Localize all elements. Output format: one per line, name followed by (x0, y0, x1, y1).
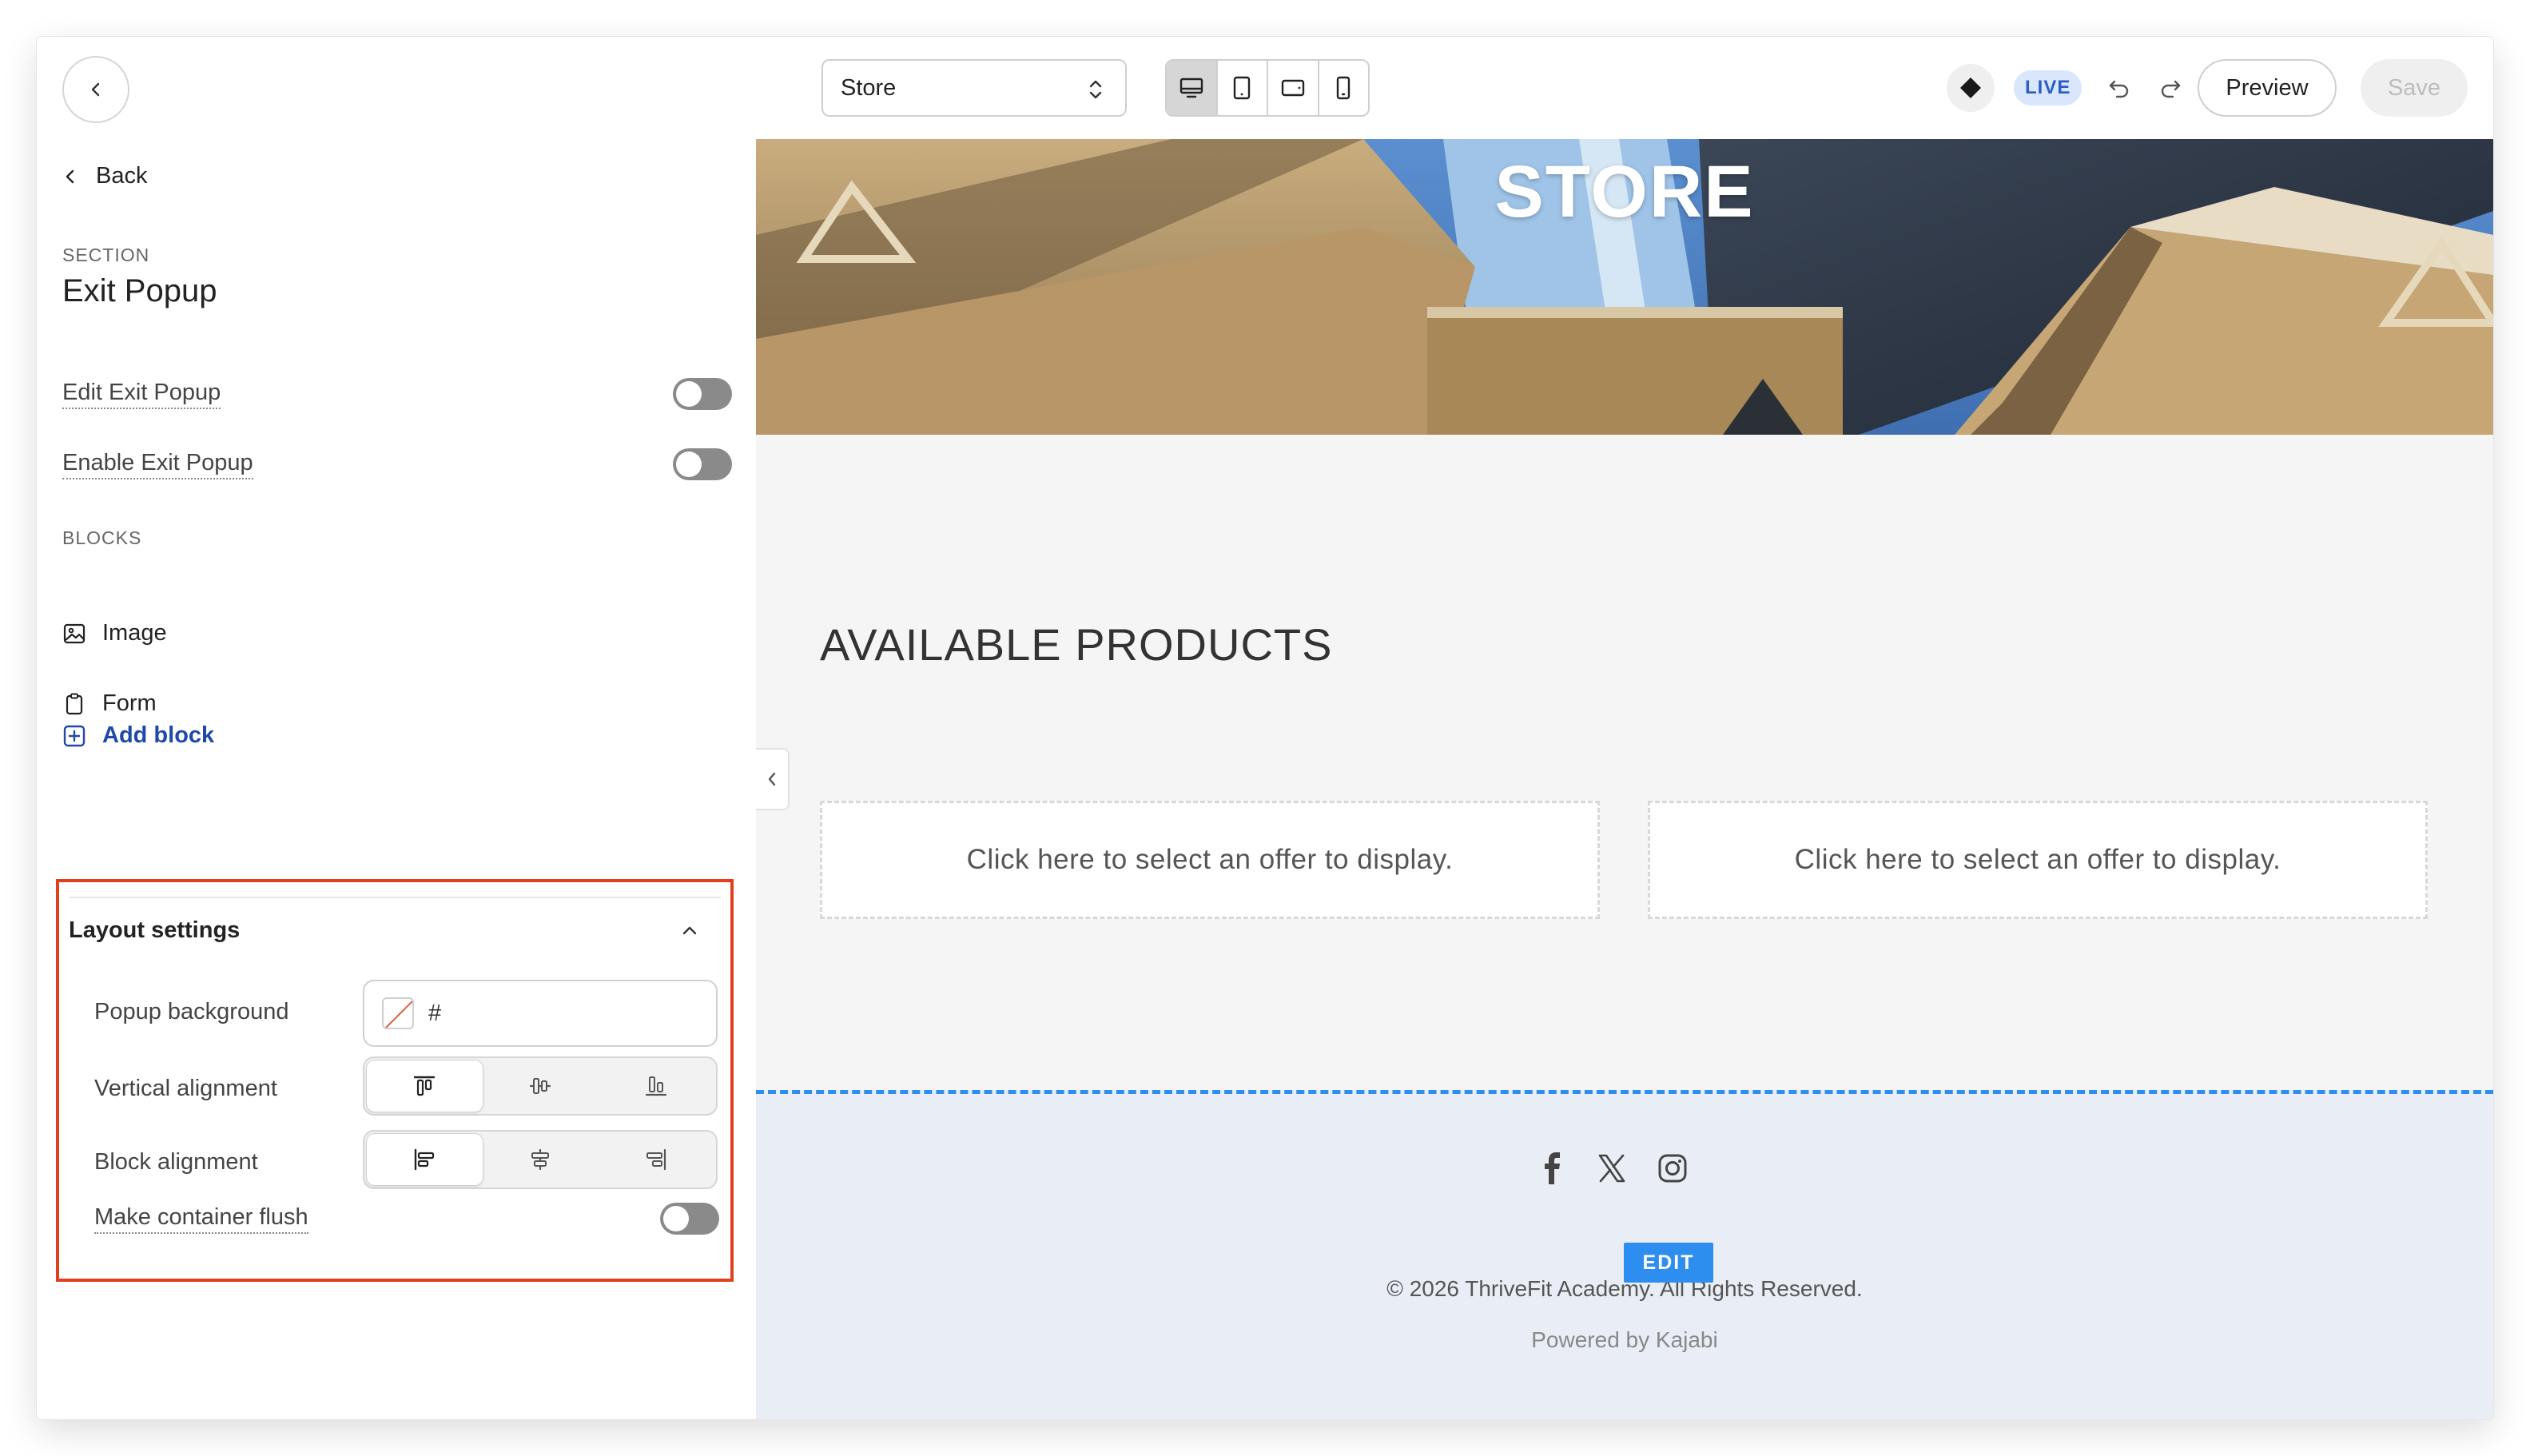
add-block-button[interactable]: Add block (62, 722, 214, 749)
image-icon (63, 623, 86, 643)
settings-sidebar: Back SECTION Exit Popup Edit Exit Popup … (37, 139, 756, 1419)
undo-icon (2109, 80, 2129, 98)
live-status-badge: LIVE (2014, 70, 2082, 105)
chevron-left-icon (768, 772, 776, 786)
exit-editor-button[interactable] (62, 56, 129, 123)
divider (69, 897, 721, 898)
desktop-icon (1179, 78, 1203, 98)
align-bottom-button[interactable] (598, 1060, 714, 1112)
mobile-icon (1337, 76, 1351, 100)
align-left-icon (415, 1148, 435, 1171)
enable-exit-popup-row: Enable Exit Popup (62, 444, 732, 484)
align-middle-button[interactable] (483, 1060, 599, 1112)
plus-square-icon (63, 725, 86, 746)
make-container-flush-label: Make container flush (94, 1204, 308, 1234)
chevron-left-icon (91, 82, 100, 97)
align-top-button[interactable] (367, 1060, 483, 1112)
offer-placeholder-2[interactable]: Click here to select an offer to display… (1648, 801, 2428, 919)
sidebar-back-link[interactable]: Back (62, 163, 147, 189)
device-switcher (1165, 59, 1370, 117)
tablet-landscape-icon (1281, 79, 1304, 97)
offer-placeholder-1[interactable]: Click here to select an offer to display… (820, 801, 1600, 919)
vertical-alignment-control (363, 1056, 718, 1116)
color-swatch[interactable] (382, 997, 414, 1029)
page-select[interactable]: Store (821, 59, 1127, 117)
redo-icon (2161, 80, 2181, 98)
redo-button[interactable] (2153, 70, 2188, 105)
device-tablet-landscape-button[interactable] (1268, 61, 1319, 115)
block-item-image-label: Image (102, 620, 167, 646)
hero-banner[interactable]: STORE (756, 139, 2493, 435)
chevron-left-icon (66, 169, 74, 183)
chevron-up-icon[interactable] (679, 921, 700, 941)
block-item-form-label: Form (102, 690, 157, 716)
block-alignment-label: Block alignment (94, 1149, 258, 1175)
enable-exit-popup-toggle[interactable] (673, 448, 732, 480)
section-title: Exit Popup (62, 273, 217, 308)
x-icon[interactable] (1597, 1153, 1627, 1183)
collapse-sidebar-button[interactable] (756, 748, 790, 810)
popup-background-input[interactable]: # (363, 980, 718, 1047)
layout-settings-title[interactable]: Layout settings (69, 917, 240, 944)
undo-button[interactable] (2102, 70, 2137, 105)
edit-section-badge[interactable]: EDIT (1624, 1243, 1713, 1283)
add-block-label: Add block (102, 722, 215, 748)
align-center-icon (531, 1148, 549, 1171)
back-label: Back (96, 163, 148, 189)
align-right-icon (646, 1148, 666, 1171)
preview-button[interactable]: Preview (2198, 59, 2337, 117)
make-container-flush-row: Make container flush (94, 1199, 719, 1239)
products-heading: AVAILABLE PRODUCTS (820, 619, 1333, 670)
editor-window: Store LIVE Preview Save Back SECTION Exi… (37, 37, 2493, 1419)
blocks-caption: BLOCKS (62, 527, 142, 548)
block-item-image[interactable]: Image (62, 620, 167, 646)
diamond-icon (1960, 78, 1981, 98)
chevron-up-down-icon (1089, 80, 1102, 99)
page-select-value: Store (841, 74, 897, 101)
page-preview: STORE AVAILABLE PRODUCTS Click here to s… (756, 139, 2493, 1419)
device-mobile-button[interactable] (1319, 61, 1369, 115)
hero-title: STORE (1494, 151, 1755, 233)
edit-exit-popup-toggle[interactable] (673, 378, 732, 410)
save-button[interactable]: Save (2361, 59, 2468, 117)
enable-exit-popup-label: Enable Exit Popup (62, 450, 253, 479)
edit-exit-popup-label: Edit Exit Popup (62, 380, 221, 409)
vertical-alignment-label: Vertical alignment (94, 1076, 277, 1101)
powered-by-text: Powered by Kajabi (1531, 1327, 1718, 1352)
instagram-icon[interactable] (1657, 1153, 1688, 1183)
upgrade-button[interactable] (1947, 64, 1995, 112)
section-caption: SECTION (62, 245, 150, 265)
align-top-icon (414, 1076, 436, 1096)
social-links (1539, 1152, 1688, 1185)
page-footer[interactable]: © 2026 ThriveFit Academy. All Rights Res… (756, 1090, 2493, 1419)
tablet-portrait-icon (1234, 76, 1251, 100)
align-middle-icon (529, 1078, 551, 1094)
align-bottom-icon (645, 1076, 666, 1096)
top-bar: Store LIVE Preview Save (37, 37, 2493, 139)
popup-background-value: # (428, 1000, 442, 1026)
device-desktop-button[interactable] (1167, 61, 1218, 115)
layout-settings-panel: Layout settings Popup background # Verti… (56, 879, 734, 1282)
block-item-form[interactable]: Form (62, 690, 157, 717)
popup-background-label: Popup background (94, 999, 289, 1024)
align-center-button[interactable] (483, 1134, 599, 1185)
align-left-button[interactable] (367, 1134, 483, 1185)
edit-exit-popup-row: Edit Exit Popup (62, 374, 732, 414)
facebook-icon[interactable] (1539, 1152, 1566, 1185)
make-container-flush-toggle[interactable] (660, 1203, 719, 1235)
clipboard-icon (66, 693, 83, 714)
device-tablet-portrait-button[interactable] (1218, 61, 1268, 115)
block-alignment-control (363, 1130, 718, 1189)
align-right-button[interactable] (598, 1134, 714, 1185)
